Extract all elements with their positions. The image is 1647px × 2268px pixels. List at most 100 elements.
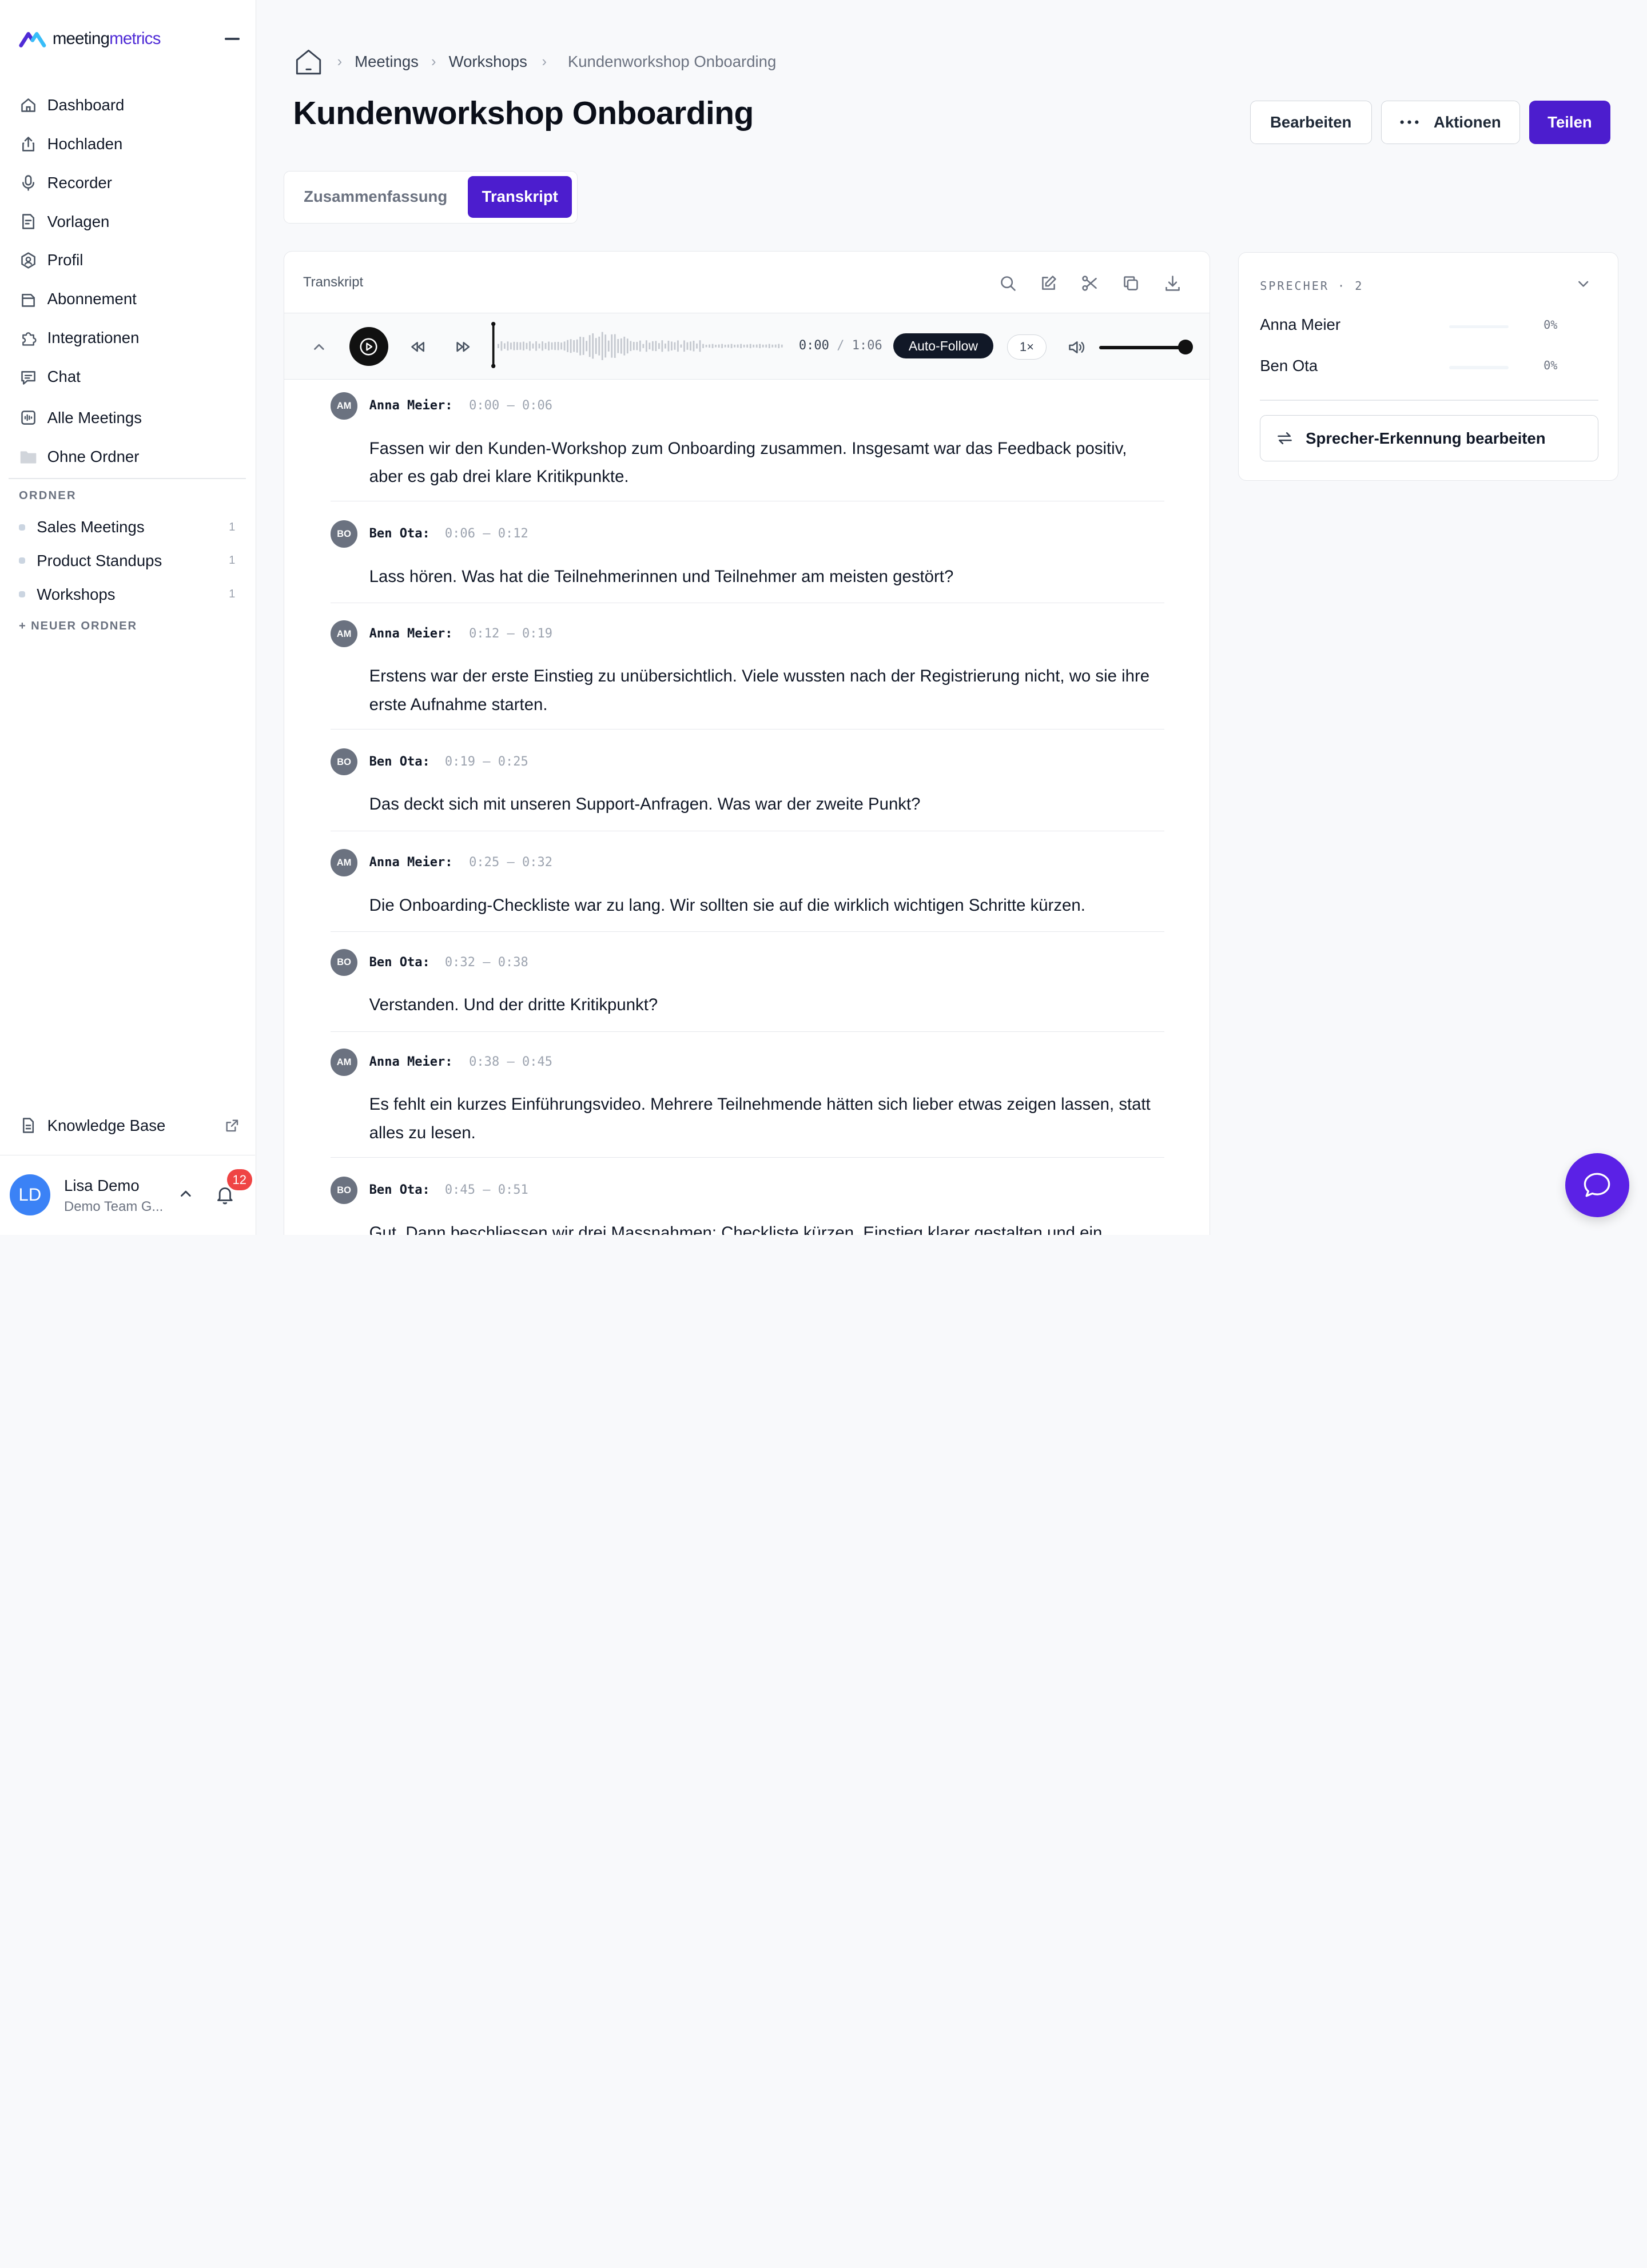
logo[interactable]: meetingmetrics [19, 29, 161, 49]
collapse-sidebar-button[interactable] [222, 29, 241, 48]
transcript-segment[interactable]: AM Anna Meier: 0:12 — 0:19 Erstens war der … [330, 620, 1165, 730]
sidebar-item-label: Vorlagen [47, 212, 110, 230]
segment-text[interactable]: Es fehlt ein kurzes Einführungsvideo. Me… [369, 1090, 1159, 1147]
segment-text[interactable]: Gut. Dann beschliessen wir drei Massnahm… [369, 1219, 1159, 1235]
waveform-bar [563, 341, 566, 351]
sidebar-item-chat[interactable]: Chat [19, 362, 81, 392]
volume-slider[interactable] [1099, 346, 1185, 349]
speaker-name[interactable]: Ben Ota: [369, 527, 430, 541]
tab-summary[interactable]: Zusammenfassung [291, 176, 461, 218]
sidebar-item-abonnement[interactable]: Abonnement [19, 285, 137, 314]
edit-speaker-detection-button[interactable]: Sprecher-Erkennung bearbeiten [1260, 415, 1598, 462]
segment-time[interactable]: 0:32 — 0:38 [445, 955, 528, 970]
edit-icon[interactable] [1039, 274, 1058, 293]
speaker-name[interactable]: Anna Meier: [369, 398, 453, 413]
segment-time[interactable]: 0:25 — 0:32 [469, 855, 552, 870]
rewind-icon[interactable] [409, 338, 425, 355]
folder-item[interactable]: Sales Meetings 1 [19, 516, 240, 539]
segment-text[interactable]: Erstens war der erste Einstieg zu unüber… [369, 662, 1159, 719]
segment-text[interactable]: Verstanden. Und der dritte Kritikpunkt? [369, 991, 1159, 1019]
home-icon[interactable] [293, 46, 324, 78]
speaker-name[interactable]: Anna Meier: [369, 627, 453, 641]
tab-transcript[interactable]: Transkript [468, 176, 572, 218]
waveform-bar [541, 341, 543, 351]
transcript-segment[interactable]: AM Anna Meier: 0:25 — 0:32 Die Onboarding-C… [330, 849, 1165, 932]
segment-text[interactable]: Fassen wir den Kunden-Workshop zum Onboa… [369, 435, 1159, 491]
edit-button[interactable]: Bearbeiten [1250, 101, 1372, 144]
download-icon[interactable] [1163, 274, 1182, 293]
transcript-segment[interactable]: BO Ben Ota: 0:45 — 0:51 Gut. Dann beschlies… [330, 1177, 1164, 1235]
notification-badge: 12 [226, 1169, 252, 1190]
playback-speed-button[interactable]: 1× [1006, 334, 1047, 360]
segment-time[interactable]: 0:06 — 0:12 [445, 527, 528, 541]
transcript-segment[interactable]: AM Anna Meier: 0:38 — 0:45 Es fehlt ein kur… [330, 1049, 1165, 1158]
folder-dot [19, 591, 26, 598]
auto-follow-toggle[interactable]: Auto-Follow [893, 333, 993, 359]
chevron-up-icon[interactable] [178, 1186, 193, 1201]
support-chat-button[interactable] [1565, 1153, 1629, 1217]
chevron-up-icon[interactable] [312, 340, 327, 354]
sidebar-item-recorder[interactable]: Recorder [19, 168, 112, 197]
fast-forward-icon[interactable] [455, 338, 472, 355]
segment-time[interactable]: 0:00 — 0:06 [469, 398, 552, 413]
speaker-name[interactable]: Ben Ota: [369, 955, 430, 970]
document-icon [23, 1118, 34, 1134]
sidebar-item-integrationen[interactable]: Integrationen [19, 324, 139, 353]
app: meetingmetrics Dashboard Hochladen Recorde… [0, 0, 1647, 1235]
segment-time[interactable]: 0:19 — 0:25 [445, 755, 528, 769]
speaker-name[interactable]: Ben Ota: [369, 755, 430, 769]
transcript-segment[interactable]: BO Ben Ota: 0:06 — 0:12 Lass hören. Was hat… [330, 520, 1165, 604]
folder-item[interactable]: Workshops 1 [19, 583, 240, 605]
new-folder-button[interactable]: + NEUER ORDNER [19, 620, 137, 633]
user-name: Lisa Demo [64, 1177, 140, 1195]
segment-time[interactable]: 0:12 — 0:19 [469, 627, 552, 641]
avatar[interactable]: LD [9, 1174, 51, 1216]
folder-item[interactable]: Product Standups 1 [19, 549, 240, 572]
external-link-icon [226, 1119, 238, 1132]
sidebar-item-ohne-ordner[interactable]: Ohne Ordner [19, 442, 139, 471]
sidebar-item-label: Hochladen [47, 134, 123, 153]
search-icon[interactable] [998, 274, 1017, 293]
segment-text[interactable]: Die Onboarding-Checkliste war zu lang. W… [369, 891, 1159, 920]
waveform-bar [714, 345, 717, 348]
chevron-down-icon[interactable] [1575, 276, 1592, 292]
sidebar-item-dashboard[interactable]: Dashboard [19, 90, 124, 119]
waveform-bar [560, 342, 562, 350]
chevron-right-icon: › [542, 53, 547, 70]
speaker-name[interactable]: Ben Ota: [369, 1183, 430, 1197]
puzzle-icon [22, 332, 37, 346]
speaker-name[interactable]: Anna Meier [1260, 316, 1340, 334]
breadcrumb-meetings[interactable]: Meetings [355, 53, 419, 71]
sidebar-item-vorlagen[interactable]: Vorlagen [19, 207, 109, 236]
transcript-segment[interactable]: BO Ben Ota: 0:32 — 0:38 Verstanden. Und der… [330, 948, 1165, 1032]
volume-slider-handle[interactable] [1177, 340, 1193, 354]
speaker-name[interactable]: Anna Meier: [369, 1055, 453, 1069]
waveform-bar [746, 344, 748, 348]
segment-text[interactable]: Das deckt sich mit unseren Support-Anfra… [369, 790, 1159, 819]
waveform-bar [721, 344, 723, 348]
share-button[interactable]: Teilen [1529, 101, 1610, 144]
segment-text[interactable]: Lass hören. Was hat die Teilnehmerinnen … [369, 563, 1159, 591]
waveform-bar [693, 341, 695, 352]
speaker-avatar: BO [330, 948, 358, 976]
actions-button[interactable]: Aktionen [1381, 101, 1520, 144]
scissors-icon[interactable] [1080, 274, 1099, 293]
chevron-right-icon: › [431, 53, 436, 70]
waveform[interactable] [491, 322, 785, 370]
speaker-name[interactable]: Ben Ota [1260, 357, 1318, 375]
speaker-name[interactable]: Anna Meier: [369, 855, 453, 870]
sidebar-item-hochladen[interactable]: Hochladen [19, 129, 122, 158]
copy-icon[interactable] [1121, 274, 1140, 293]
segment-time[interactable]: 0:38 — 0:45 [469, 1055, 552, 1069]
play-button[interactable] [349, 327, 388, 366]
segment-time[interactable]: 0:45 — 0:51 [445, 1183, 528, 1197]
transcript-segment[interactable]: BO Ben Ota: 0:19 — 0:25 Das deckt sich mit … [330, 748, 1165, 831]
knowledge-base-link[interactable]: Knowledge Base [19, 1111, 240, 1140]
sidebar-item-profil[interactable]: Profil [19, 246, 83, 275]
volume-icon[interactable] [1067, 338, 1085, 357]
transcript-segment[interactable]: AM Anna Meier: 0:00 — 0:06 Fassen wir den K… [330, 392, 1165, 502]
breadcrumb-workshops[interactable]: Workshops [449, 53, 527, 71]
logo-text: meetingmetrics [52, 29, 161, 49]
view-tabs: Zusammenfassung Transkript [283, 171, 578, 224]
sidebar-item-alle-meetings[interactable]: Alle Meetings [19, 403, 142, 432]
